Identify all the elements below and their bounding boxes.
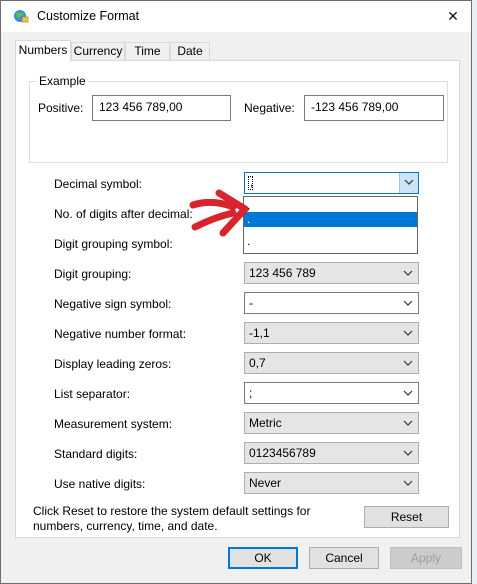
chevron-down-icon <box>403 360 413 366</box>
negative-number-format-combo[interactable]: -1,1 <box>244 322 419 344</box>
chevron-down-icon <box>403 270 413 276</box>
display-leading-zeros-combo[interactable]: 0,7 <box>244 352 419 374</box>
numbers-tab-panel: Example Positive: 123 456 789,00 Negativ… <box>15 60 460 538</box>
ok-button[interactable]: OK <box>228 547 298 569</box>
tab-numbers[interactable]: Numbers <box>15 40 71 62</box>
standard-digits-value: 0123456789 <box>249 446 316 460</box>
negative-label: Negative: <box>244 101 295 115</box>
reset-button[interactable]: Reset <box>364 506 449 528</box>
negative-sign-symbol-combo[interactable]: - <box>244 292 419 314</box>
tab-date[interactable]: Date <box>170 42 210 61</box>
negative-number-format-value: -1,1 <box>249 326 270 340</box>
decimal-symbol-combo[interactable]: , <box>244 172 419 194</box>
decimal-symbol-value: , <box>250 175 254 189</box>
chevron-down-icon <box>403 420 413 426</box>
list-separator-label: List separator: <box>54 387 131 401</box>
dropdown-option[interactable]: , <box>244 198 417 213</box>
negative-number-format-label: Negative number format: <box>54 327 187 341</box>
negative-sign-symbol-label: Negative sign symbol: <box>54 297 172 311</box>
decimal-symbol-label: Decimal symbol: <box>54 177 143 191</box>
chevron-down-icon <box>403 390 413 396</box>
standard-digits-label: Standard digits: <box>54 447 138 461</box>
dropdown-option-selected[interactable]: . <box>244 212 417 227</box>
measurement-system-label: Measurement system: <box>54 417 173 431</box>
digit-grouping-label: Digit grouping: <box>54 267 132 281</box>
list-separator-value: ; <box>249 386 253 400</box>
negative-sign-symbol-value: - <box>249 296 253 310</box>
display-leading-zeros-label: Display leading zeros: <box>54 357 172 371</box>
apply-button[interactable]: Apply <box>390 547 462 569</box>
control-panel-icon <box>14 10 29 23</box>
chevron-down-icon <box>403 330 413 336</box>
negative-example-field: -123 456 789,00 <box>304 95 444 121</box>
customize-format-dialog: Customize Format ✕ Numbers Currency Time… <box>0 0 472 584</box>
example-legend: Example <box>37 74 88 88</box>
tab-time[interactable]: Time <box>125 42 170 61</box>
use-native-digits-value: Never <box>249 476 282 490</box>
background-window-edge <box>472 0 477 584</box>
list-separator-combo[interactable]: ; <box>244 382 419 404</box>
cancel-button[interactable]: Cancel <box>309 547 379 569</box>
chevron-down-icon <box>404 179 414 185</box>
title-bar: Customize Format ✕ <box>1 1 471 32</box>
dialog-title: Customize Format <box>37 9 140 23</box>
digit-grouping-symbol-label: Digit grouping symbol: <box>54 237 173 251</box>
decimal-symbol-dropdown-list: , . . <box>243 196 418 254</box>
digits-after-decimal-label: No. of digits after decimal: <box>54 207 193 221</box>
digit-grouping-combo[interactable]: 123 456 789 <box>244 262 419 284</box>
example-group: Example Positive: 123 456 789,00 Negativ… <box>29 74 448 163</box>
chevron-down-icon <box>403 450 413 456</box>
chevron-down-icon <box>403 300 413 306</box>
close-button[interactable]: ✕ <box>433 1 473 32</box>
red-arrow-annotation <box>189 189 249 237</box>
use-native-digits-combo[interactable]: Never <box>244 472 419 494</box>
use-native-digits-label: Use native digits: <box>54 477 146 491</box>
tab-currency[interactable]: Currency <box>71 42 125 61</box>
standard-digits-combo[interactable]: 0123456789 <box>244 442 419 464</box>
digit-grouping-value: 123 456 789 <box>249 266 316 280</box>
chevron-down-icon <box>403 480 413 486</box>
close-icon: ✕ <box>447 8 459 24</box>
measurement-system-combo[interactable]: Metric <box>244 412 419 434</box>
positive-label: Positive: <box>38 101 84 115</box>
display-leading-zeros-value: 0,7 <box>249 356 266 370</box>
measurement-system-value: Metric <box>249 416 282 430</box>
decimal-symbol-dropdown-button[interactable] <box>399 173 418 193</box>
reset-note: Click Reset to restore the system defaul… <box>33 504 311 533</box>
dropdown-option[interactable]: . <box>244 234 417 249</box>
positive-example-field: 123 456 789,00 <box>92 95 231 121</box>
